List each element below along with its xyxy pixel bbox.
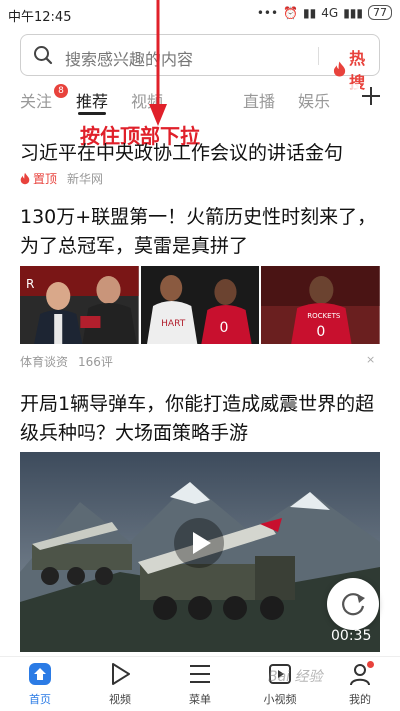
news-source-1: 新华网 — [67, 172, 104, 186]
tab-live[interactable]: 直播 — [243, 88, 275, 112]
refresh-icon — [342, 593, 365, 616]
annotation-arrow-icon — [149, 0, 167, 126]
svg-text:R: R — [26, 277, 34, 291]
svg-text:ROCKETS: ROCKETS — [308, 311, 342, 320]
signal-icon: ▮▮ — [303, 5, 317, 20]
flame-icon — [333, 61, 346, 77]
menu-icon — [190, 665, 210, 683]
network-type: 4G — [321, 5, 339, 20]
svg-text:0: 0 — [317, 324, 326, 340]
pinned-label: 置顶 — [33, 172, 58, 186]
battery-indicator: 77 — [368, 5, 392, 20]
tab-entertainment[interactable]: 娱乐 — [298, 88, 330, 112]
search-bar[interactable]: 搜索感兴趣的内容 热搜 — [20, 34, 380, 92]
active-tab-indicator — [78, 112, 106, 115]
svg-text:0: 0 — [219, 320, 228, 336]
news-title-3[interactable]: 开局1辆导弹车，你能打造成威震世界的超级兵种吗？大场面策略手游 — [20, 390, 382, 448]
news-photo-3: ROCKETS 0 — [261, 266, 381, 344]
video-duration: 00:35 — [331, 628, 372, 644]
play-icon — [193, 532, 211, 554]
news-title-1[interactable]: 习近平在中央政协工作会议的讲话金句 — [20, 139, 382, 168]
watermark: Bai 经验 — [268, 669, 323, 685]
play-icon — [112, 663, 130, 685]
news-comments-2: 166评 — [78, 355, 113, 369]
status-time: 中午12:45 — [8, 10, 72, 25]
svg-text:HART: HART — [161, 319, 186, 329]
nav-short-video-label: 小视频 — [263, 693, 297, 706]
news-meta-2: 体育谈资 166评 — [20, 353, 113, 370]
news-meta-1: 置顶 新华网 — [20, 170, 103, 187]
nav-menu[interactable]: 菜单 — [165, 661, 235, 707]
nav-me-label: 我的 — [349, 693, 371, 706]
notification-dot — [367, 661, 374, 668]
tab-recommend[interactable]: 推荐 — [76, 88, 108, 112]
nav-home[interactable]: 首页 — [5, 661, 75, 707]
status-icons: ••• ⏰ ▮▮ 4G ▮▮▮ 77 — [257, 5, 392, 20]
nav-video-label: 视频 — [109, 693, 131, 706]
alarm-icon: ⏰ — [283, 5, 299, 20]
news-photos-2[interactable]: R HART 0 ROCKETS 0 — [20, 266, 381, 344]
bottom-nav: 首页 视频 菜单 小视频 我的 — [0, 656, 400, 711]
play-button[interactable] — [174, 518, 224, 568]
news-photo-2: HART 0 — [140, 266, 260, 344]
news-photo-1: R — [20, 266, 139, 344]
follow-badge: 8 — [54, 84, 68, 98]
flame-icon — [20, 172, 30, 185]
search-placeholder: 搜索感兴趣的内容 — [65, 50, 194, 69]
more-dots-icon: ••• — [256, 5, 279, 20]
search-divider — [318, 47, 319, 65]
news-source-2: 体育谈资 — [20, 355, 69, 369]
dismiss-button[interactable]: × — [366, 353, 375, 366]
home-icon — [29, 663, 51, 685]
refresh-button[interactable] — [327, 578, 379, 630]
news-title-2[interactable]: 130万+联盟第一！火箭历史性时刻来了，为了总冠军，莫雷是真拼了 — [20, 203, 382, 261]
tab-follow[interactable]: 关注 — [20, 88, 52, 112]
channel-tabs: 关注 8 推荐 视频 直播 娱乐 — [0, 84, 400, 116]
nav-menu-label: 菜单 — [189, 693, 211, 706]
wifi-signal-icon: ▮▮▮ — [343, 5, 363, 20]
add-channel-icon[interactable] — [360, 85, 382, 107]
nav-video[interactable]: 视频 — [85, 661, 155, 707]
tab-fade — [330, 84, 360, 116]
status-bar: 中午12:45 ••• ⏰ ▮▮ 4G ▮▮▮ 77 — [0, 0, 400, 30]
nav-home-label: 首页 — [29, 693, 51, 706]
nav-me[interactable]: 我的 — [325, 661, 395, 707]
pinned-tag: 置顶 — [20, 170, 57, 187]
search-icon — [34, 46, 53, 65]
